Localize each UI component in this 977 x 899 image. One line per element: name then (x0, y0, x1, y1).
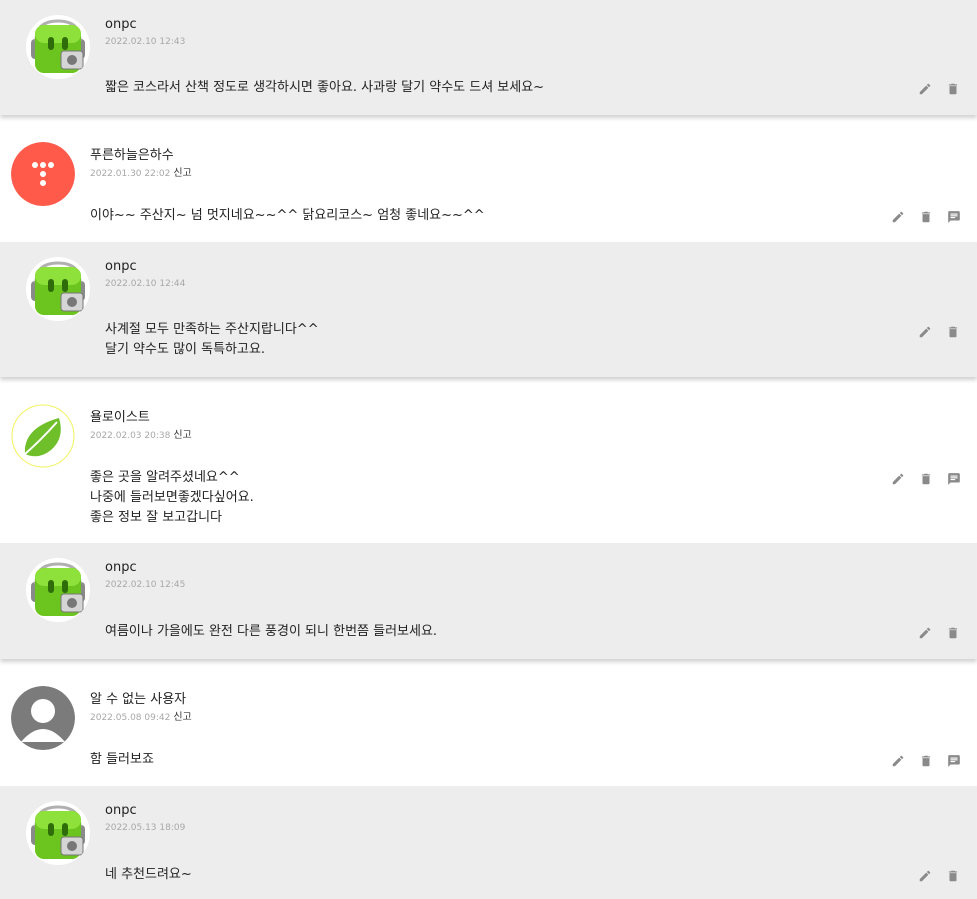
comment-text: 함 들러보죠 (90, 750, 154, 770)
comment-text: 사계절 모두 만족하는 주산지랍니다^^ 달기 약수도 많이 독특하고요. (105, 320, 319, 360)
reply-item: onpc 2022.02.10 12:44 사계절 모두 만족하는 주산지랍니다… (0, 242, 977, 377)
pencil-icon[interactable] (918, 626, 932, 640)
trash-icon[interactable] (946, 325, 960, 339)
trash-icon[interactable] (946, 626, 960, 640)
reply-item: onpc 2022.02.10 12:45 여름이나 가을에도 완전 다른 풍경… (0, 543, 977, 659)
comment-text: 좋은 곳을 알려주셨네요^^ 나중에 들러보면좋겠다싶어요. 좋은 정보 잘 보… (90, 468, 254, 528)
author-name[interactable]: 알 수 없는 사용자 (90, 688, 186, 707)
comment-text: 이야~~ 주산지~ 넘 멋지네요~~^^ 닭요리코스~ 엄청 좋네요~~^^ (90, 206, 485, 226)
comment-date: 2022.02.10 12:43 (105, 37, 186, 47)
comment-date: 2022.02.03 20:38 신고 (90, 426, 192, 441)
author-name[interactable]: onpc (105, 803, 137, 818)
onpc-avatar[interactable] (26, 558, 90, 622)
pencil-icon[interactable] (891, 210, 905, 224)
reply-item: onpc 2022.05.13 18:09 네 추천드려요~ (0, 786, 977, 899)
trash-icon[interactable] (919, 754, 933, 768)
comment-date: 2022.05.13 18:09 (105, 823, 186, 833)
comment-item: 푸른하늘은하수 2022.01.30 22:02 신고 이야~~ 주산지~ 넘 멋… (0, 127, 977, 242)
default-user-avatar[interactable] (11, 686, 75, 750)
report-link[interactable]: 신고 (173, 430, 191, 441)
chat-icon[interactable] (947, 754, 961, 768)
comment-date-text: 2022.05.08 09:42 (90, 713, 171, 723)
user-avatar[interactable] (11, 404, 75, 468)
comment-actions (918, 325, 960, 339)
trash-icon[interactable] (946, 82, 960, 96)
comment-date-text: 2022.01.30 22:02 (90, 169, 171, 179)
comment-actions (891, 210, 961, 224)
author-name[interactable]: onpc (105, 259, 137, 274)
comment-date: 2022.02.10 12:44 (105, 279, 186, 289)
comment-text-line: 짧은 코스라서 산책 정도로 생각하시면 좋아요. 사과랑 달기 약수도 드셔 … (105, 80, 545, 95)
onpc-avatar[interactable] (26, 15, 90, 79)
comment-text: 짧은 코스라서 산책 정도로 생각하시면 좋아요. 사과랑 달기 약수도 드셔 … (105, 78, 544, 98)
comment-date: 2022.01.30 22:02 신고 (90, 164, 192, 179)
comment-text: 네 추천드려요~ (105, 865, 192, 885)
comment-text-line: 이야~~ 주산지~ 넘 멋지네요~~^^ 닭요리코스~ 엄청 좋네요~~^^ (90, 208, 485, 223)
pencil-icon[interactable] (918, 82, 932, 96)
trash-icon[interactable] (946, 869, 960, 883)
pencil-icon[interactable] (918, 325, 932, 339)
comment-actions (918, 82, 960, 96)
onpc-avatar[interactable] (26, 257, 90, 321)
comment-item: 알 수 없는 사용자 2022.05.08 09:42 신고 함 들러보죠 (0, 671, 977, 786)
comment-text-line: 좋은 정보 잘 보고갑니다 (90, 510, 222, 525)
comment-text-line: 함 들러보죠 (90, 752, 154, 767)
comment-text-line: 달기 약수도 많이 독특하고요. (105, 342, 266, 357)
comment-text: 여름이나 가을에도 완전 다른 풍경이 되니 한번쯤 들러보세요. (105, 622, 437, 642)
chat-icon[interactable] (947, 210, 961, 224)
comment-date: 2022.02.10 12:45 (105, 580, 186, 590)
onpc-avatar[interactable] (26, 801, 90, 865)
user-avatar[interactable] (11, 142, 75, 206)
comment-item: 욜로이스트 2022.02.03 20:38 신고 좋은 곳을 알려주셨네요^^ … (0, 389, 977, 543)
author-name[interactable]: onpc (105, 560, 137, 575)
comment-actions (891, 472, 961, 486)
comment-date: 2022.05.08 09:42 신고 (90, 708, 192, 723)
report-link[interactable]: 신고 (173, 712, 191, 723)
report-link[interactable]: 신고 (173, 168, 191, 179)
chat-icon[interactable] (947, 472, 961, 486)
author-name[interactable]: 푸른하늘은하수 (90, 144, 174, 163)
pencil-icon[interactable] (918, 869, 932, 883)
comment-text-line: 사계절 모두 만족하는 주산지랍니다^^ (105, 322, 319, 337)
comment-actions (918, 626, 960, 640)
trash-icon[interactable] (919, 472, 933, 486)
comment-date-text: 2022.02.03 20:38 (90, 431, 171, 441)
comment-actions (918, 869, 960, 883)
pencil-icon[interactable] (891, 472, 905, 486)
comment-text-line: 좋은 곳을 알려주셨네요^^ (90, 470, 240, 485)
trash-icon[interactable] (919, 210, 933, 224)
comment-text-line: 여름이나 가을에도 완전 다른 풍경이 되니 한번쯤 들러보세요. (105, 624, 438, 639)
comment-text-line: 네 추천드려요~ (105, 867, 192, 882)
pencil-icon[interactable] (891, 754, 905, 768)
author-name[interactable]: 욜로이스트 (90, 406, 150, 425)
comment-actions (891, 754, 961, 768)
reply-item: onpc 2022.02.10 12:43 짧은 코스라서 산책 정도로 생각하… (0, 0, 977, 115)
author-name[interactable]: onpc (105, 17, 137, 32)
comment-text-line: 나중에 들러보면좋겠다싶어요. (90, 490, 254, 505)
